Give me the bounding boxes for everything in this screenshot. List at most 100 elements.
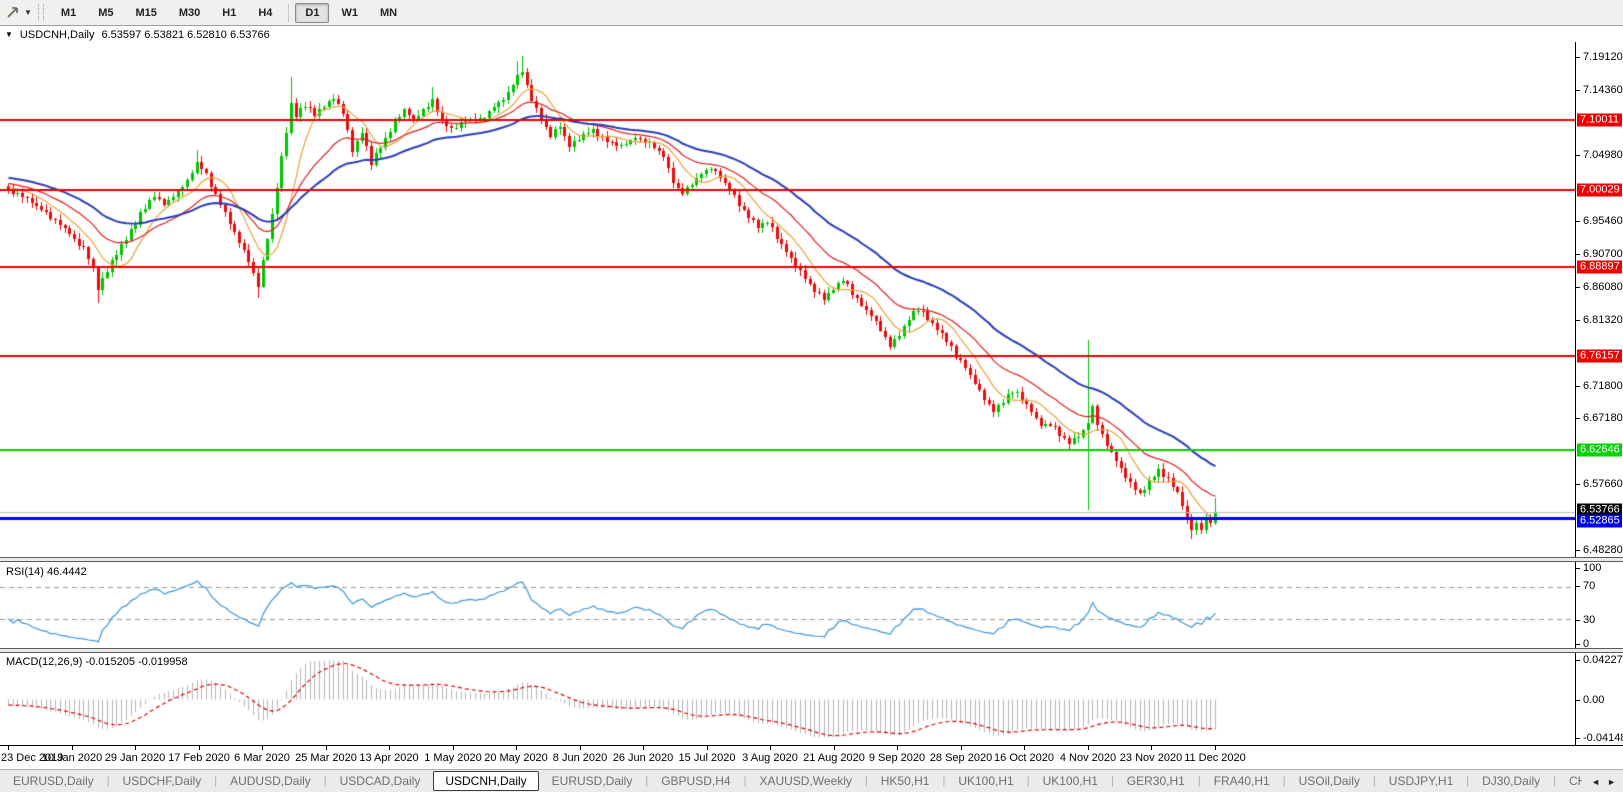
- date-tick-mark: [453, 746, 454, 750]
- macd-canvas[interactable]: [0, 653, 1575, 745]
- date-label: 29 Jan 2020: [104, 752, 166, 764]
- tab-item-gbpusd-h4[interactable]: GBPUSD,H4: [648, 771, 743, 791]
- chart-shift-icon[interactable]: [3, 4, 21, 22]
- chart-symbol-title: USDCNH,Daily: [19, 28, 95, 41]
- timeframe-m30-button[interactable]: M30: [169, 3, 210, 23]
- price-tick-label: 6.67180: [1583, 412, 1623, 424]
- chart-ohlc-values: 6.53597 6.53821 6.52810 6.53766: [101, 28, 270, 41]
- toolbar-grip[interactable]: [37, 4, 44, 21]
- date-tick-mark: [897, 746, 898, 750]
- tab-item-fra40-h1[interactable]: FRA40,H1: [1201, 771, 1283, 791]
- timeframe-m15-button[interactable]: M15: [125, 3, 166, 23]
- tab-item-usdchf-daily[interactable]: USDCHF,Daily: [110, 771, 215, 791]
- chart-tab-bar: EURUSD,Daily | USDCHF,Daily | AUDUSD,Daily | U…: [0, 769, 1623, 792]
- tab-item-ger30-h1[interactable]: GER30,H1: [1114, 771, 1198, 791]
- timeframe-m1-button[interactable]: M1: [51, 3, 86, 23]
- price-tick-label: 6.71800: [1583, 380, 1623, 392]
- toolbar-divider: [288, 3, 290, 22]
- date-label: 3 Aug 2020: [742, 752, 798, 764]
- macd-tick-mark: [1576, 700, 1580, 701]
- date-tick-mark: [516, 746, 517, 750]
- date-tick-mark: [1215, 746, 1216, 750]
- timeframe-m5-button[interactable]: M5: [88, 3, 123, 23]
- date-label: 26 Jun 2020: [612, 752, 674, 764]
- macd-tick-mark: [1576, 738, 1580, 739]
- date-tick-mark: [199, 746, 200, 750]
- tab-item-uk100-h1[interactable]: UK100,H1: [1030, 771, 1111, 791]
- date-label: 28 Sep 2020: [929, 752, 993, 764]
- price-tick-mark: [1576, 386, 1580, 387]
- date-tick-mark: [262, 746, 263, 750]
- price-line-badge: 6.62646: [1577, 443, 1622, 457]
- rsi-tick-mark: [1576, 620, 1580, 621]
- macd-level-label: 0.042275: [1583, 654, 1623, 666]
- price-tick-mark: [1576, 320, 1580, 321]
- price-line-badge: 7.00029: [1577, 183, 1622, 197]
- date-tick-mark: [389, 746, 390, 750]
- timeframe-h1-button[interactable]: H1: [212, 3, 246, 23]
- chevron-down-icon[interactable]: ▼: [21, 6, 35, 19]
- date-label: 20 May 2020: [484, 752, 548, 764]
- chart-menu-icon[interactable]: ▼: [5, 30, 13, 39]
- price-line-badge: 7.10011: [1577, 113, 1622, 127]
- time-axis[interactable]: 23 Dec 2019 10 Jan 2020 29 Jan 2020 17 Feb …: [0, 745, 1623, 768]
- rsi-tick-mark: [1576, 644, 1580, 645]
- tab-item-usoil-daily[interactable]: USOil,Daily: [1286, 771, 1373, 791]
- tab-item-usdcnh-daily[interactable]: USDCNH,Daily: [433, 771, 539, 791]
- timeframe-buttons: M1 M5 M15 M30 H1 H4 D1 W1 MN: [50, 2, 408, 23]
- tab-item-usdjpy-h1[interactable]: USDJPY,H1: [1376, 771, 1466, 791]
- price-tick-mark: [1576, 550, 1580, 551]
- tab-item-xauusd-weekly[interactable]: XAUUSD,Weekly: [746, 771, 864, 791]
- tab-item-eurusd-daily[interactable]: EURUSD,Daily: [539, 771, 646, 791]
- date-label: 17 Feb 2020: [168, 752, 230, 764]
- price-tick-mark: [1576, 484, 1580, 485]
- price-line-badge: 6.88897: [1577, 260, 1622, 274]
- tab-item-audusd-daily[interactable]: AUDUSD,Daily: [217, 771, 324, 791]
- tab-item-dj30-daily[interactable]: DJ30,Daily: [1469, 771, 1553, 791]
- price-tick-label: 7.04980: [1583, 149, 1623, 161]
- price-tick-mark: [1576, 57, 1580, 58]
- tab-item-hk50-h1[interactable]: HK50,H1: [868, 771, 943, 791]
- rsi-axis[interactable]: 100 70 30 0: [1575, 562, 1623, 650]
- rsi-indicator-label: RSI(14) 46.4442: [6, 566, 87, 578]
- price-tick-label: 6.90700: [1583, 248, 1623, 260]
- rsi-tick-mark: [1576, 568, 1580, 569]
- timeframe-h4-button[interactable]: H4: [248, 3, 282, 23]
- date-label: 16 Oct 2020: [994, 752, 1054, 764]
- timeframe-w1-button[interactable]: W1: [331, 3, 368, 23]
- timeframe-d1-button[interactable]: D1: [295, 2, 330, 23]
- rsi-canvas[interactable]: [0, 562, 1575, 648]
- price-tick-label: 6.86080: [1583, 281, 1623, 293]
- tab-item-eurusd-daily[interactable]: EURUSD,Daily: [0, 771, 107, 791]
- price-tick-label: 7.14360: [1583, 84, 1623, 96]
- timeframe-mn-button[interactable]: MN: [370, 3, 407, 23]
- price-tick-label: 6.57660: [1583, 478, 1623, 490]
- date-label: 1 May 2020: [424, 752, 482, 764]
- date-label: 11 Dec 2020: [1184, 752, 1246, 764]
- price-tick-label: 6.48280: [1583, 544, 1623, 556]
- date-tick-mark: [72, 746, 73, 750]
- tab-item-uk100-h1[interactable]: UK100,H1: [945, 771, 1026, 791]
- date-tick-mark: [834, 746, 835, 750]
- rsi-level-label: 30: [1583, 614, 1596, 626]
- date-tick-mark: [326, 746, 327, 750]
- tabs-scroll-left-button[interactable]: ◄: [1591, 777, 1600, 787]
- date-label: 9 Sep 2020: [868, 752, 926, 764]
- tabs-scroll-right-button[interactable]: ►: [1607, 777, 1616, 787]
- macd-axis[interactable]: 0.042275 0.00 -0.04148: [1575, 653, 1623, 745]
- date-tick-mark: [135, 746, 136, 750]
- main-chart-canvas[interactable]: [0, 42, 1575, 557]
- date-tick-mark: [8, 746, 9, 750]
- tab-scroll-arrows: ◄ ►: [1582, 771, 1623, 792]
- date-label: 8 Jun 2020: [552, 752, 608, 764]
- chart-title-bar: ▼ USDCNH,Daily 6.53597 6.53821 6.52810 6…: [0, 27, 1623, 42]
- price-tick-label: 6.81320: [1583, 314, 1623, 326]
- rsi-level-label: 100: [1583, 562, 1602, 574]
- date-tick-mark: [1088, 746, 1089, 750]
- date-label: 21 Aug 2020: [803, 752, 865, 764]
- tab-item-usdcad-daily[interactable]: USDCAD,Daily: [327, 771, 434, 791]
- rsi-level-label: 70: [1583, 580, 1596, 592]
- price-tick-label: 7.19120: [1583, 51, 1623, 63]
- price-axis[interactable]: 7.19120 7.14360 7.04980 6.95460 6.90700 6.860…: [1575, 42, 1623, 557]
- chart-tabs: EURUSD,Daily | USDCHF,Daily | AUDUSD,Daily | U…: [0, 771, 1623, 791]
